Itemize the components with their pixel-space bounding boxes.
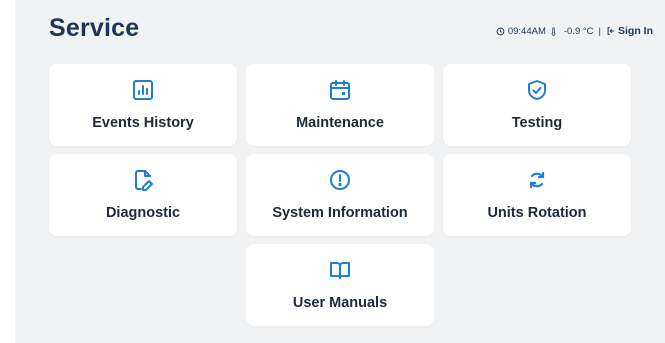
bar-chart-icon	[133, 80, 153, 100]
card-label: User Manuals	[292, 295, 388, 311]
system-information-card[interactable]: System Information	[246, 154, 434, 236]
book-open-icon	[330, 262, 350, 279]
calendar-icon	[330, 80, 350, 100]
status-temperature: -0.9 °C	[563, 25, 594, 37]
status-separator: |	[598, 25, 601, 37]
testing-card[interactable]: Testing	[443, 64, 631, 146]
card-label: Maintenance	[296, 115, 384, 131]
card-label: Units Rotation	[487, 205, 587, 221]
status-time: 09:44AM	[507, 25, 546, 37]
file-edit-icon	[135, 170, 153, 191]
alert-circle-icon	[330, 170, 350, 190]
card-label: System Information	[272, 205, 408, 221]
card-label: Diagnostic	[105, 205, 181, 221]
card-label: Testing	[511, 115, 563, 131]
units-rotation-card[interactable]: Units Rotation	[443, 154, 631, 236]
sign-in-button[interactable]: Sign In	[606, 25, 653, 37]
rotate-icon	[529, 171, 545, 189]
diagnostic-card[interactable]: Diagnostic	[49, 154, 237, 236]
status-bar: 09:44AM -0.9 °C | Sign In	[496, 25, 653, 37]
page-title: Service	[49, 14, 140, 42]
sign-in-label: Sign In	[618, 25, 653, 37]
maintenance-card[interactable]: Maintenance	[246, 64, 434, 146]
shield-check-icon	[528, 80, 546, 100]
events-history-card[interactable]: Events History	[49, 64, 237, 146]
card-label: Events History	[92, 115, 194, 131]
user-manuals-card[interactable]: User Manuals	[246, 244, 434, 326]
sign-in-icon	[607, 27, 615, 35]
thermometer-icon	[551, 26, 556, 36]
clock-icon	[496, 27, 505, 35]
